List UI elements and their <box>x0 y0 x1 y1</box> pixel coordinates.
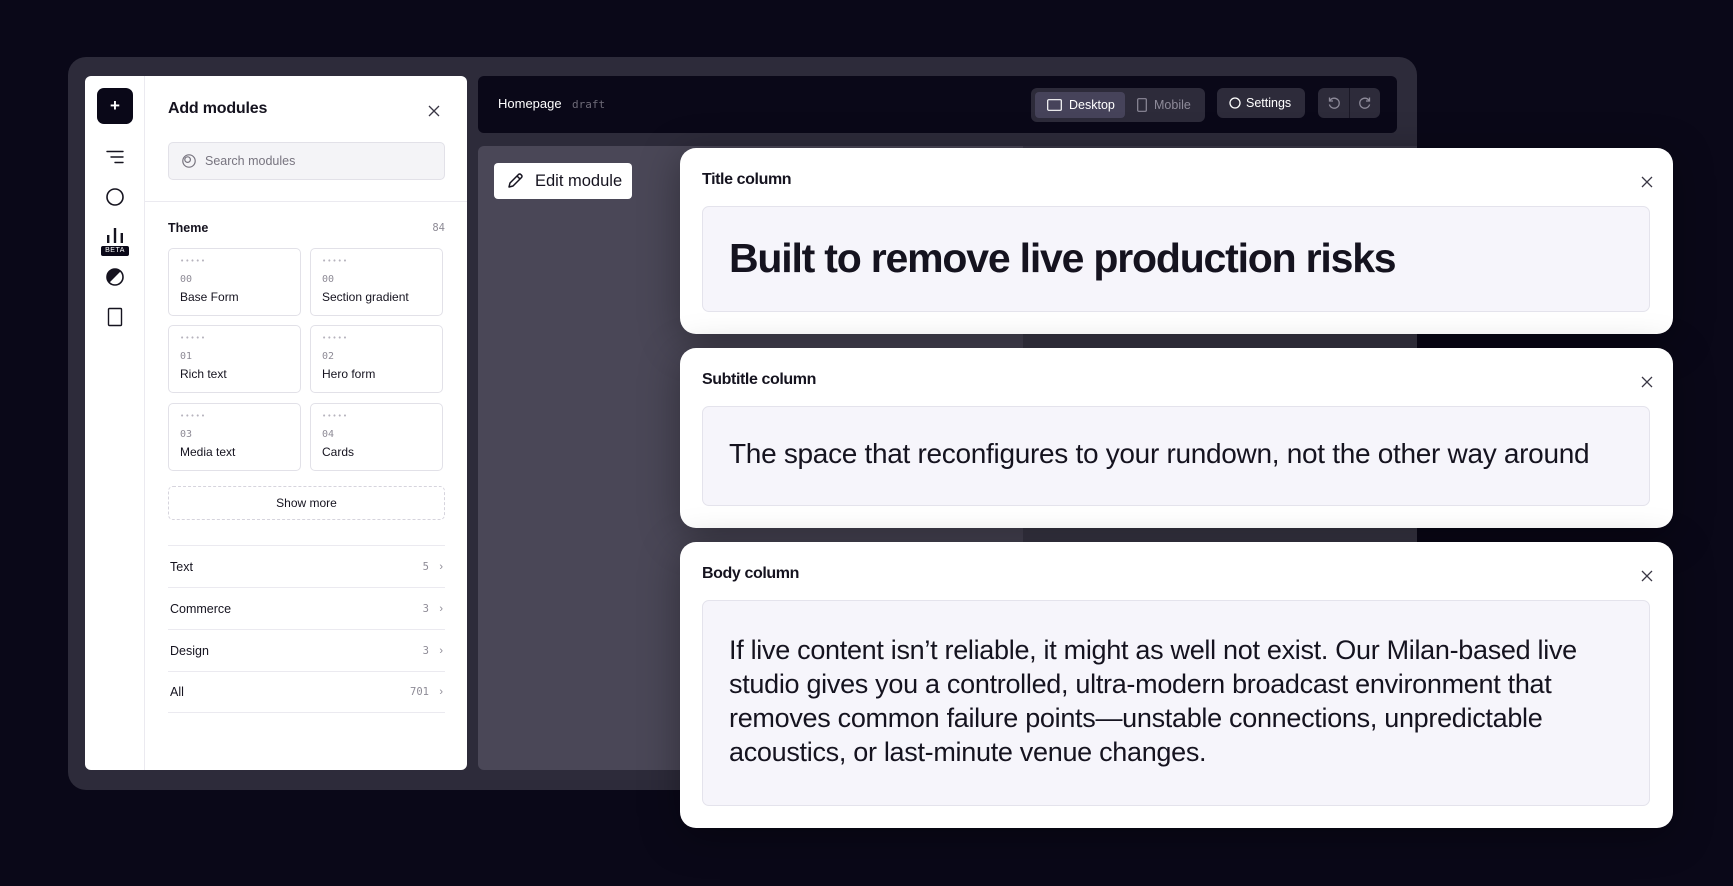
module-card-hero-form[interactable]: ••••• 02 Hero form <box>310 325 443 393</box>
chevron-right-icon: › <box>439 686 443 698</box>
editor-topbar: Homepage draft Desktop Mobile Settings <box>478 76 1397 133</box>
device-mobile-label: Mobile <box>1154 98 1191 112</box>
edit-module-button[interactable]: Edit module <box>494 163 632 199</box>
category-count: 701 <box>410 686 429 698</box>
redo-icon <box>1358 97 1370 109</box>
category-label: Commerce <box>170 601 232 616</box>
device-desktop-label: Desktop <box>1069 98 1115 112</box>
subtitle-field[interactable]: The space that reconfigures to your rund… <box>702 406 1650 506</box>
module-number: 00 <box>322 274 335 285</box>
chevron-right-icon: › <box>439 644 443 657</box>
divider <box>145 201 467 202</box>
close-icon <box>1641 376 1653 388</box>
module-card-rich-text[interactable]: ••••• 01 Rich text <box>168 325 301 393</box>
module-number: 02 <box>322 351 335 362</box>
undo-icon <box>1328 97 1340 109</box>
analytics-icon[interactable] <box>103 224 127 246</box>
category-count: 3 <box>422 602 429 615</box>
page-status-badge: draft <box>572 98 606 111</box>
category-row-design[interactable]: Design 3 › <box>168 629 445 671</box>
layers-list-icon[interactable] <box>103 146 127 168</box>
module-number: 00 <box>180 274 193 285</box>
pencil-icon <box>508 173 523 188</box>
module-dots: ••••• <box>322 257 349 265</box>
theme-count: 84 <box>432 222 445 234</box>
device-switch: Desktop Mobile <box>1031 88 1205 122</box>
mobile-icon <box>1137 98 1147 112</box>
title-field[interactable]: Built to remove live production risks <box>702 206 1650 312</box>
search-modules-icon <box>182 154 196 168</box>
close-panel-button[interactable] <box>424 101 444 121</box>
page-icon[interactable] <box>103 306 127 328</box>
card-title: Body column <box>702 565 799 582</box>
close-icon <box>428 105 440 117</box>
close-card-button[interactable] <box>1637 566 1657 586</box>
search-input[interactable] <box>205 154 435 168</box>
add-modules-panel: + BETA Add modules Theme 84 ••• <box>85 76 467 770</box>
category-row-all[interactable]: All 701 › <box>168 671 445 713</box>
device-mobile-button[interactable]: Mobile <box>1129 92 1201 118</box>
history-controls <box>1318 88 1380 118</box>
module-dots: ••••• <box>180 412 207 420</box>
module-name: Cards <box>322 445 355 459</box>
contrast-icon[interactable] <box>103 266 127 288</box>
card-title: Title column <box>702 171 792 188</box>
module-name: Hero form <box>322 367 376 381</box>
close-icon <box>1641 570 1653 582</box>
module-dots: ••••• <box>180 257 207 265</box>
body-column-card: Body column If live content isn’t reliab… <box>680 542 1673 828</box>
module-name: Rich text <box>180 367 227 381</box>
module-card-media-text[interactable]: ••••• 03 Media text <box>168 403 301 471</box>
module-card-cards[interactable]: ••••• 04 Cards <box>310 403 443 471</box>
desktop-icon <box>1047 99 1062 111</box>
module-number: 04 <box>322 429 335 440</box>
circle-icon[interactable] <box>103 186 127 208</box>
undo-button[interactable] <box>1318 88 1349 118</box>
category-count: 3 <box>422 644 429 657</box>
settings-circle-icon <box>1229 97 1241 109</box>
category-label: Text <box>170 559 193 574</box>
category-count: 5 <box>422 560 429 573</box>
module-name: Media text <box>180 445 236 459</box>
add-button[interactable]: + <box>97 88 133 124</box>
subtitle-field-value: The space that reconfigures to your rund… <box>729 438 1590 469</box>
close-icon <box>1641 176 1653 188</box>
redo-button[interactable] <box>1349 88 1380 118</box>
page-name[interactable]: Homepage <box>498 96 562 111</box>
edit-module-label: Edit module <box>535 171 623 190</box>
module-dots: ••••• <box>322 334 349 342</box>
close-card-button[interactable] <box>1637 172 1657 192</box>
category-label: All <box>170 685 184 699</box>
device-desktop-button[interactable]: Desktop <box>1035 92 1125 118</box>
module-dots: ••••• <box>180 334 207 342</box>
show-more-button[interactable]: Show more <box>168 486 445 520</box>
title-column-card: Title column Built to remove live produc… <box>680 148 1673 334</box>
subtitle-column-card: Subtitle column The space that reconfigu… <box>680 348 1673 528</box>
module-name: Base Form <box>180 290 239 304</box>
title-field-value: Built to remove live production risks <box>729 235 1397 281</box>
settings-button[interactable]: Settings <box>1217 88 1305 118</box>
settings-label: Settings <box>1246 96 1292 110</box>
theme-section-title: Theme <box>168 221 209 235</box>
module-number: 01 <box>180 351 193 362</box>
card-title: Subtitle column <box>702 371 817 388</box>
panel-body: Add modules Theme 84 ••••• 00 Base Form … <box>145 76 467 770</box>
chevron-right-icon: › <box>439 560 443 573</box>
body-field[interactable]: If live content isn’t reliable, it might… <box>702 600 1650 806</box>
module-name: Section gradient <box>322 290 409 304</box>
search-box <box>168 142 445 180</box>
module-card-section-gradient[interactable]: ••••• 00 Section gradient <box>310 248 443 316</box>
beta-badge: BETA <box>101 246 129 256</box>
category-row-commerce[interactable]: Commerce 3 › <box>168 587 445 629</box>
body-field-value: If live content isn’t reliable, it might… <box>729 635 1577 767</box>
category-row-text[interactable]: Text 5 › <box>168 545 445 587</box>
category-label: Design <box>170 643 209 658</box>
close-card-button[interactable] <box>1637 372 1657 392</box>
icon-rail: + BETA <box>85 76 145 770</box>
panel-title: Add modules <box>168 100 268 117</box>
module-dots: ••••• <box>322 412 349 420</box>
chevron-right-icon: › <box>439 602 443 615</box>
module-number: 03 <box>180 429 193 440</box>
module-card-base-form[interactable]: ••••• 00 Base Form <box>168 248 301 316</box>
